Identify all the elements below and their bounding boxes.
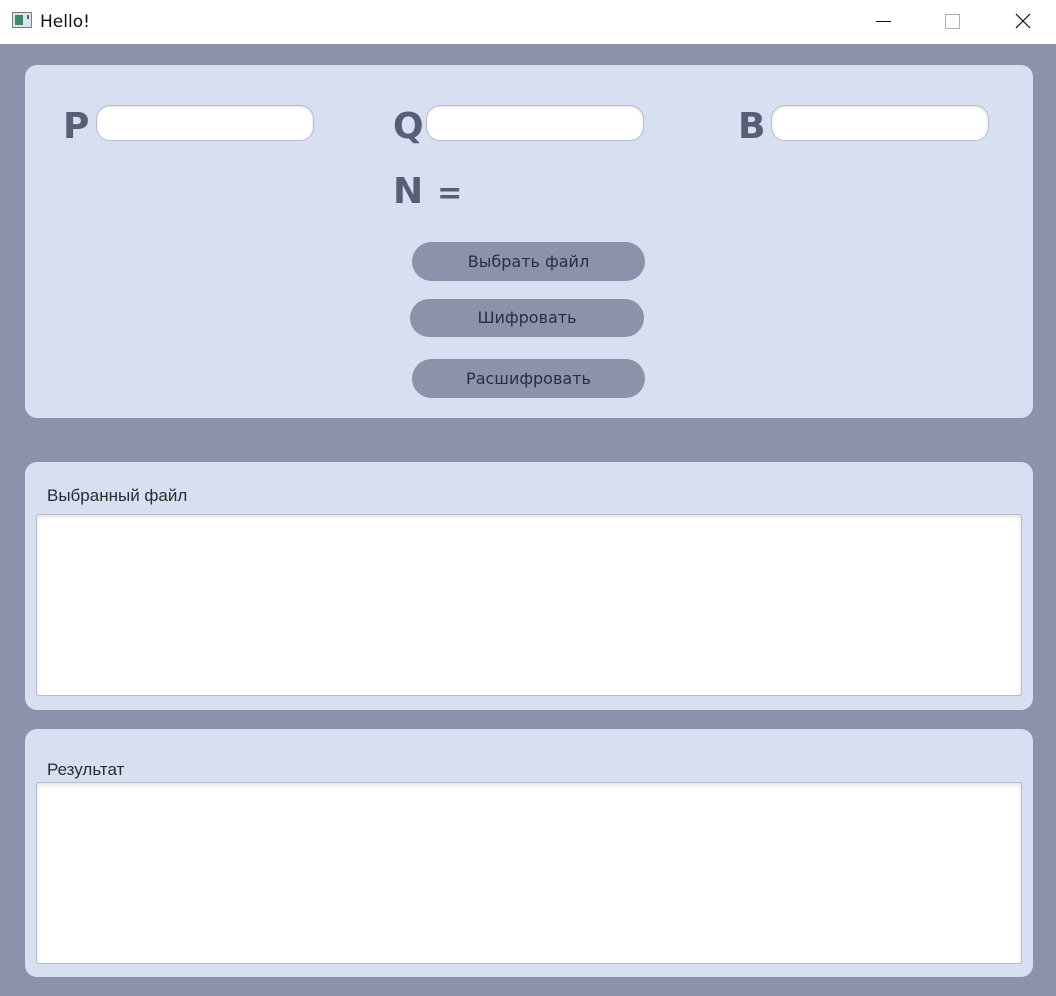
n-equals: = bbox=[437, 176, 463, 211]
maximize-button[interactable] bbox=[918, 0, 986, 44]
minimize-button[interactable] bbox=[849, 0, 917, 44]
encrypt-button[interactable]: Шифровать bbox=[410, 299, 644, 337]
maximize-icon bbox=[945, 14, 960, 29]
result-panel: Результат bbox=[25, 729, 1033, 977]
result-label: Результат bbox=[47, 760, 125, 779]
q-label: Q bbox=[393, 106, 424, 147]
selected-file-panel: Выбранный файл bbox=[25, 462, 1033, 710]
p-input[interactable] bbox=[96, 105, 314, 141]
keys-panel: P Q B N = Выбрать файл Шифровать Расшифро… bbox=[25, 65, 1033, 418]
n-display: N = bbox=[393, 172, 462, 214]
result-textarea[interactable] bbox=[36, 782, 1022, 964]
choose-file-button[interactable]: Выбрать файл bbox=[412, 242, 645, 281]
title-bar: Hello! bbox=[0, 0, 1056, 44]
b-label: B bbox=[738, 106, 766, 147]
p-label: P bbox=[63, 106, 90, 147]
selected-file-label: Выбранный файл bbox=[47, 486, 188, 505]
window-title: Hello! bbox=[40, 12, 90, 32]
selected-file-textarea[interactable] bbox=[36, 514, 1022, 696]
close-icon bbox=[1015, 13, 1031, 29]
decrypt-button[interactable]: Расшифровать bbox=[412, 359, 645, 398]
n-label: N bbox=[393, 171, 424, 212]
app-window-icon bbox=[12, 12, 32, 28]
b-input[interactable] bbox=[771, 105, 989, 141]
q-input[interactable] bbox=[426, 105, 644, 141]
minimize-icon bbox=[876, 21, 891, 22]
close-button[interactable] bbox=[988, 0, 1056, 44]
